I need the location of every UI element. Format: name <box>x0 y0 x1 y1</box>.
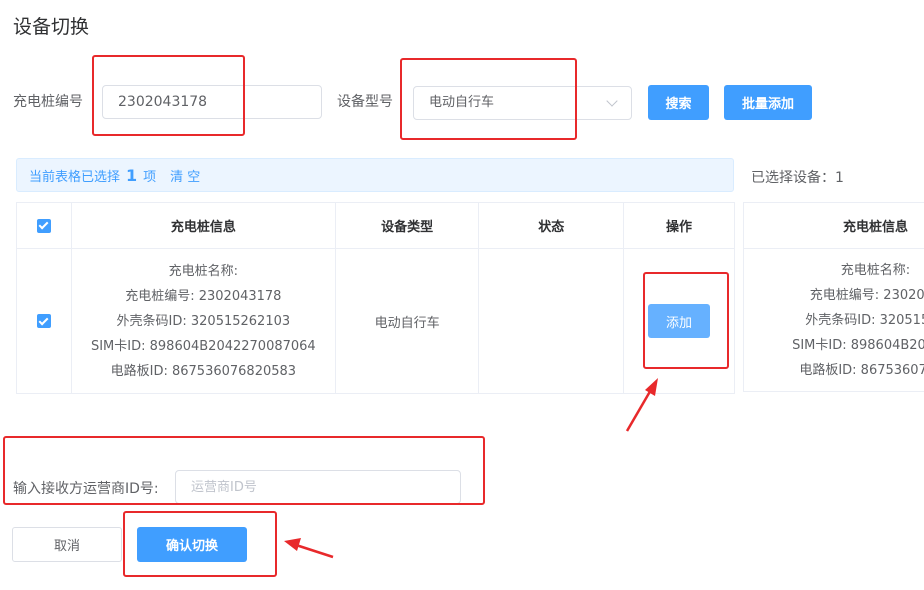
arrow-to-confirm-icon <box>284 538 334 559</box>
arrow-to-add-icon <box>625 378 658 432</box>
annotation-arrows <box>284 378 658 559</box>
